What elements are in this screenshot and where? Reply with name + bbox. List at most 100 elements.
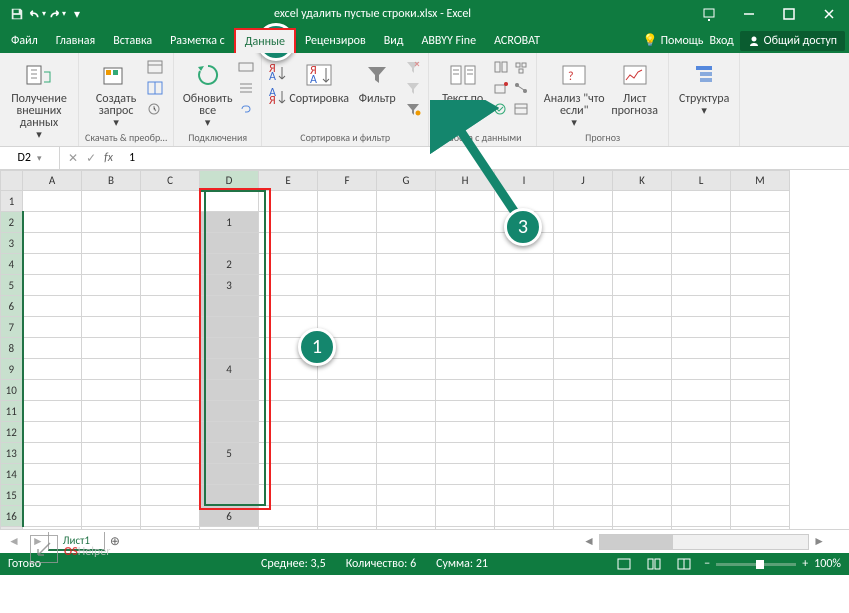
cell[interactable] — [318, 443, 377, 464]
cell[interactable] — [554, 506, 613, 527]
cell[interactable] — [495, 506, 554, 527]
cell[interactable] — [554, 296, 613, 317]
cell[interactable] — [23, 191, 82, 212]
cell[interactable] — [141, 359, 200, 380]
cell[interactable] — [613, 296, 672, 317]
cell[interactable] — [200, 191, 259, 212]
row-header[interactable]: 16 — [1, 506, 23, 527]
cell[interactable] — [672, 506, 731, 527]
cell[interactable] — [436, 380, 495, 401]
cell[interactable] — [141, 296, 200, 317]
cell[interactable] — [259, 464, 318, 485]
cell[interactable] — [672, 233, 731, 254]
cell[interactable] — [141, 464, 200, 485]
cell[interactable] — [82, 275, 141, 296]
sort-button[interactable]: ЯАСортировка — [288, 56, 350, 105]
cell[interactable] — [23, 380, 82, 401]
cell[interactable] — [613, 275, 672, 296]
cell[interactable] — [141, 275, 200, 296]
cell[interactable] — [672, 485, 731, 506]
cell[interactable] — [554, 233, 613, 254]
cell[interactable] — [731, 317, 790, 338]
tab-view[interactable]: Вид — [375, 28, 413, 53]
row-header[interactable]: 4 — [1, 254, 23, 275]
cell[interactable] — [436, 485, 495, 506]
cell[interactable] — [377, 380, 436, 401]
tab-abbyy[interactable]: ABBYY Fine — [412, 28, 485, 53]
row-header[interactable]: 11 — [1, 401, 23, 422]
cell[interactable] — [141, 485, 200, 506]
cell[interactable] — [613, 233, 672, 254]
cell[interactable] — [318, 275, 377, 296]
cell[interactable] — [82, 212, 141, 233]
row-header[interactable]: 8 — [1, 338, 23, 359]
cell[interactable] — [23, 233, 82, 254]
cell[interactable] — [495, 422, 554, 443]
column-header[interactable]: K — [613, 171, 672, 191]
cell[interactable] — [377, 359, 436, 380]
cell[interactable] — [554, 338, 613, 359]
cell[interactable] — [23, 212, 82, 233]
outline-button[interactable]: Структура ▾ — [675, 56, 733, 117]
cell[interactable] — [436, 464, 495, 485]
cell[interactable] — [23, 338, 82, 359]
cell[interactable] — [200, 401, 259, 422]
cell[interactable] — [141, 191, 200, 212]
cell[interactable] — [554, 212, 613, 233]
cell[interactable] — [377, 275, 436, 296]
cell[interactable] — [731, 401, 790, 422]
page-break-view-icon[interactable] — [674, 558, 694, 570]
edit-links-icon[interactable] — [237, 100, 255, 118]
cell[interactable] — [23, 443, 82, 464]
cell[interactable] — [200, 338, 259, 359]
cell[interactable] — [613, 485, 672, 506]
cell[interactable] — [731, 212, 790, 233]
cell[interactable] — [259, 506, 318, 527]
cell[interactable] — [377, 401, 436, 422]
cell[interactable] — [82, 254, 141, 275]
properties-icon[interactable] — [237, 79, 255, 97]
cell[interactable] — [377, 212, 436, 233]
cell[interactable] — [495, 296, 554, 317]
cell[interactable] — [259, 275, 318, 296]
share-button[interactable]: Общий доступ — [740, 31, 845, 51]
undo-icon[interactable]: ▾ — [28, 5, 46, 23]
cell[interactable] — [672, 380, 731, 401]
cell[interactable] — [23, 254, 82, 275]
cell[interactable] — [731, 506, 790, 527]
row-header[interactable]: 10 — [1, 380, 23, 401]
column-header[interactable]: B — [82, 171, 141, 191]
enter-formula-icon[interactable]: ✓ — [86, 151, 96, 166]
flash-fill-icon[interactable] — [492, 58, 510, 76]
cell[interactable] — [82, 317, 141, 338]
cell[interactable] — [259, 422, 318, 443]
cell[interactable] — [554, 254, 613, 275]
cell[interactable] — [82, 422, 141, 443]
show-queries-icon[interactable] — [146, 58, 164, 76]
cell[interactable] — [613, 506, 672, 527]
cell[interactable]: 3 — [200, 275, 259, 296]
column-header[interactable]: L — [672, 171, 731, 191]
cell[interactable] — [672, 443, 731, 464]
cell[interactable] — [141, 317, 200, 338]
cell[interactable] — [731, 254, 790, 275]
maximize-icon[interactable] — [769, 0, 809, 28]
tab-data[interactable]: Данные — [234, 28, 296, 53]
cell[interactable] — [554, 422, 613, 443]
cell[interactable] — [672, 359, 731, 380]
cell[interactable] — [436, 359, 495, 380]
cell[interactable] — [554, 380, 613, 401]
cell[interactable] — [672, 275, 731, 296]
zoom-slider[interactable] — [716, 563, 796, 566]
new-query-button[interactable]: Создать запрос ▾ — [89, 56, 144, 129]
cell[interactable] — [731, 191, 790, 212]
cell[interactable] — [731, 422, 790, 443]
page-layout-view-icon[interactable] — [644, 558, 664, 570]
clear-filter-icon[interactable] — [404, 58, 422, 76]
cell[interactable] — [495, 275, 554, 296]
cell[interactable] — [200, 317, 259, 338]
cell[interactable] — [554, 317, 613, 338]
cell[interactable] — [672, 338, 731, 359]
cell[interactable] — [554, 464, 613, 485]
cell[interactable] — [259, 233, 318, 254]
